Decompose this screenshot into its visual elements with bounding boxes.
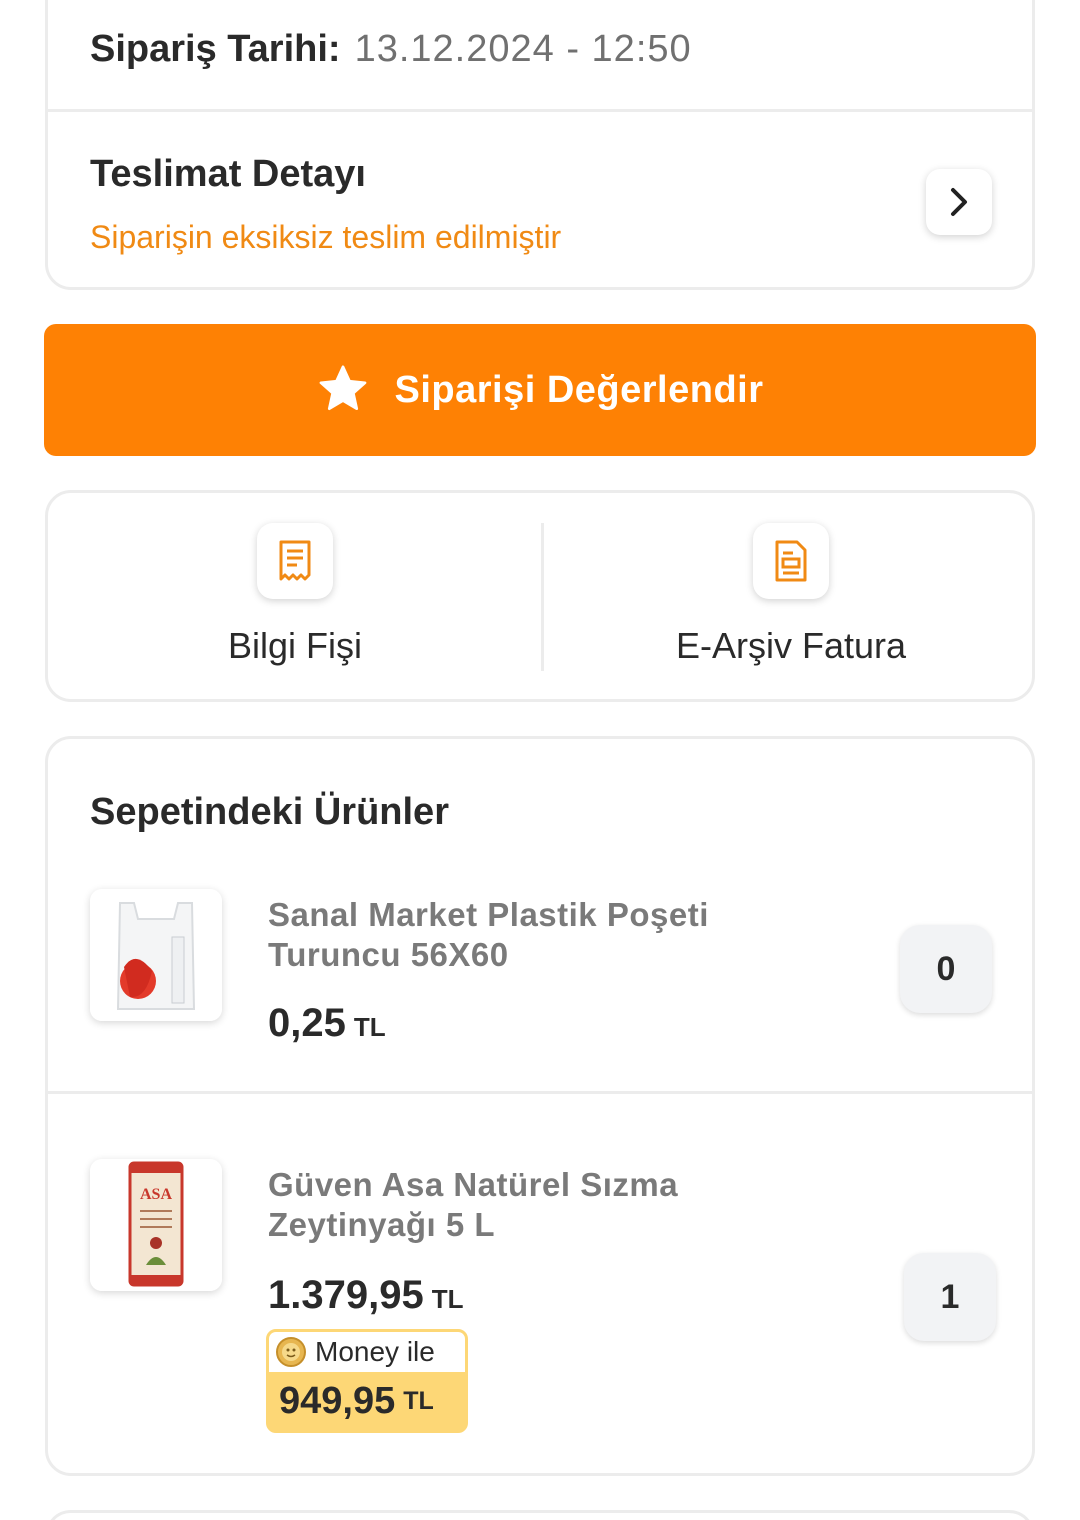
delivery-status-text: Siparişin eksiksiz teslim edilmiştir: [90, 219, 562, 255]
e-archive-invoice-label: E-Arşiv Fatura: [675, 625, 907, 666]
product-image: ASA: [90, 1159, 222, 1291]
product-item[interactable]: ASA Güven Asa Natürel Sızma Zeytinyağı 5…: [48, 1159, 1032, 1449]
invoice-icon-box: [753, 523, 829, 599]
star-icon: [320, 365, 367, 411]
product-price: 0,25 TL: [268, 1001, 386, 1046]
chevron-right-icon: [951, 188, 967, 216]
product-price: 1.379,95 TL: [268, 1273, 463, 1318]
divider: [48, 109, 1032, 112]
receipt-button[interactable]: Bilgi Fişi: [48, 523, 542, 673]
product-price-value: 0,25: [268, 1001, 346, 1045]
order-date-value: 13.12.2024 - 12:50: [354, 28, 692, 70]
product-name: Sanal Market Plastik Poşeti Turuncu 56X6…: [268, 896, 709, 973]
order-date-label: Sipariş Tarihi:: [90, 28, 341, 70]
svg-text:ASA: ASA: [140, 1186, 172, 1203]
products-section-title: Sepetindeki Ürünler: [90, 791, 449, 833]
rate-order-button[interactable]: Siparişi Değerlendir: [44, 324, 1036, 456]
e-archive-invoice-button[interactable]: E-Arşiv Fatura: [544, 523, 1038, 673]
delivery-detail-button[interactable]: [926, 169, 992, 235]
receipt-label: Bilgi Fişi: [227, 625, 362, 666]
invoice-icon: [775, 540, 807, 582]
money-coin-icon: [276, 1337, 306, 1367]
money-price-box: Money ile 949,95 TL: [266, 1329, 468, 1433]
rate-order-label: Siparişi Değerlendir: [394, 368, 764, 411]
next-card: [45, 1510, 1035, 1520]
plastic-bag-image: [90, 889, 222, 1021]
product-price-value: 1.379,95: [268, 1273, 424, 1317]
receipt-icon-box: [257, 523, 333, 599]
currency-label: TL: [403, 1386, 434, 1415]
divider: [48, 1091, 1032, 1094]
money-label: Money ile: [315, 1336, 435, 1367]
product-item[interactable]: Sanal Market Plastik Poşeti Turuncu 56X6…: [48, 889, 1032, 1089]
olive-oil-can-image: ASA: [90, 1159, 222, 1291]
delivery-detail-title: Teslimat Detayı: [90, 153, 366, 195]
documents-card: Bilgi Fişi E-Arşiv Fatura: [45, 490, 1035, 702]
order-summary-card: Sipariş Tarihi: 13.12.2024 - 12:50 Teslim…: [45, 0, 1035, 290]
currency-label: TL: [353, 1012, 386, 1042]
quantity-badge: 1: [904, 1253, 996, 1341]
money-price-value: 949,95: [279, 1379, 396, 1422]
receipt-icon: [279, 540, 311, 581]
product-name: Güven Asa Natürel Sızma Zeytinyağı 5 L: [268, 1166, 679, 1243]
currency-label: TL: [431, 1284, 464, 1314]
order-date-row: Sipariş Tarihi: 13.12.2024 - 12:50: [90, 28, 692, 71]
quantity-badge: 0: [900, 925, 992, 1013]
money-price: 949,95 TL: [269, 1372, 465, 1430]
basket-products-card: Sepetindeki Ürünler Sanal Market Plastik…: [45, 736, 1035, 1476]
money-label-row: Money ile: [269, 1332, 465, 1372]
product-image: [90, 889, 222, 1021]
